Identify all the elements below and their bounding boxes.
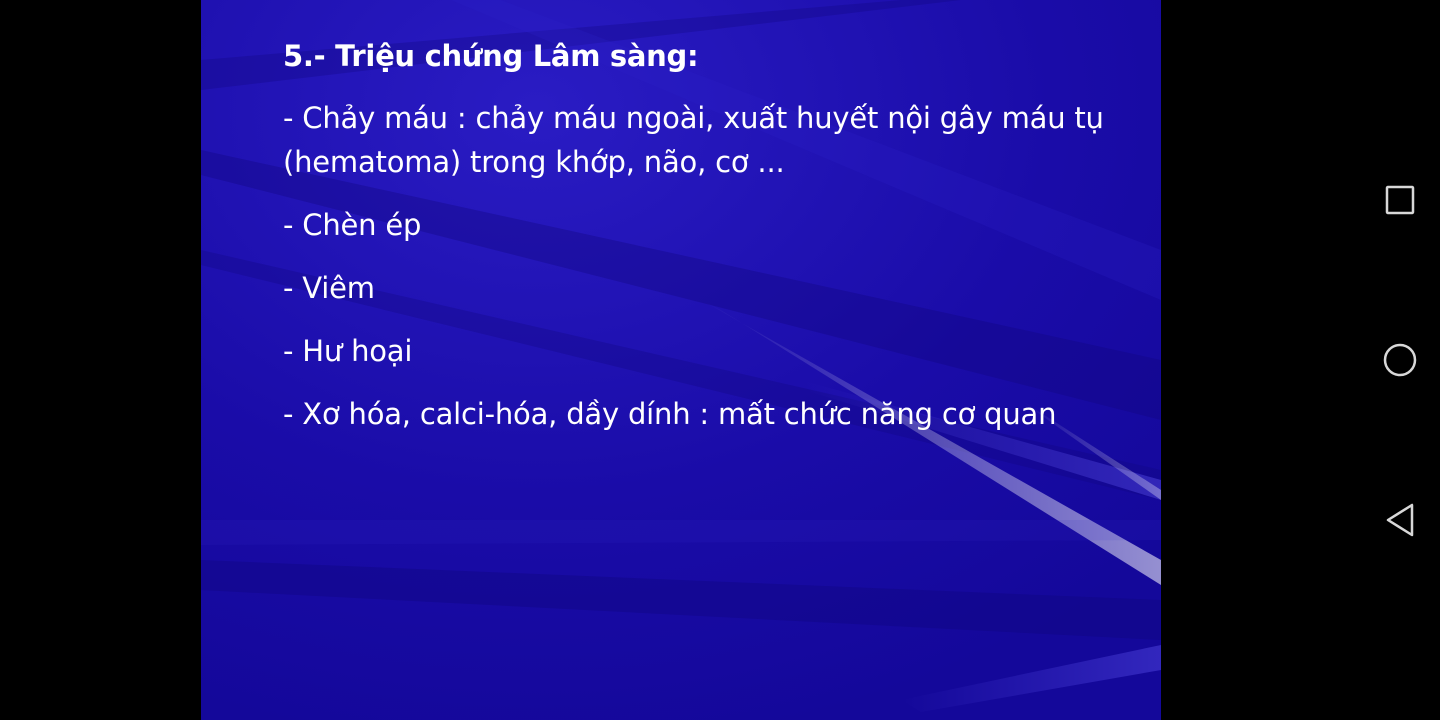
home-button[interactable] xyxy=(1380,340,1420,380)
slide-content: 5.- Triệu chứng Lâm sàng: - Chảy máu : c… xyxy=(283,36,1133,455)
presentation-slide[interactable]: 5.- Triệu chứng Lâm sàng: - Chảy máu : c… xyxy=(201,0,1161,720)
circle-icon xyxy=(1383,343,1417,377)
screen: 5.- Triệu chứng Lâm sàng: - Chảy máu : c… xyxy=(0,0,1440,720)
bullet-bleeding: - Chảy máu : chảy máu ngoài, xuất huyết … xyxy=(283,101,1104,179)
bullet-inflammation: - Viêm xyxy=(283,271,375,305)
square-icon xyxy=(1385,185,1415,215)
triangle-back-icon xyxy=(1386,503,1414,537)
slide-title: 5.- Triệu chứng Lâm sàng: xyxy=(283,39,699,73)
back-button[interactable] xyxy=(1380,500,1420,540)
bullet-fibrosis: - Xơ hóa, calci-hóa, dầy dính : mất chức… xyxy=(283,397,1057,431)
bullet-necrosis: - Hư hoại xyxy=(283,334,413,368)
bullet-compression: - Chèn ép xyxy=(283,208,422,242)
recents-button[interactable] xyxy=(1380,180,1420,220)
android-navigation-bar xyxy=(1360,0,1440,720)
